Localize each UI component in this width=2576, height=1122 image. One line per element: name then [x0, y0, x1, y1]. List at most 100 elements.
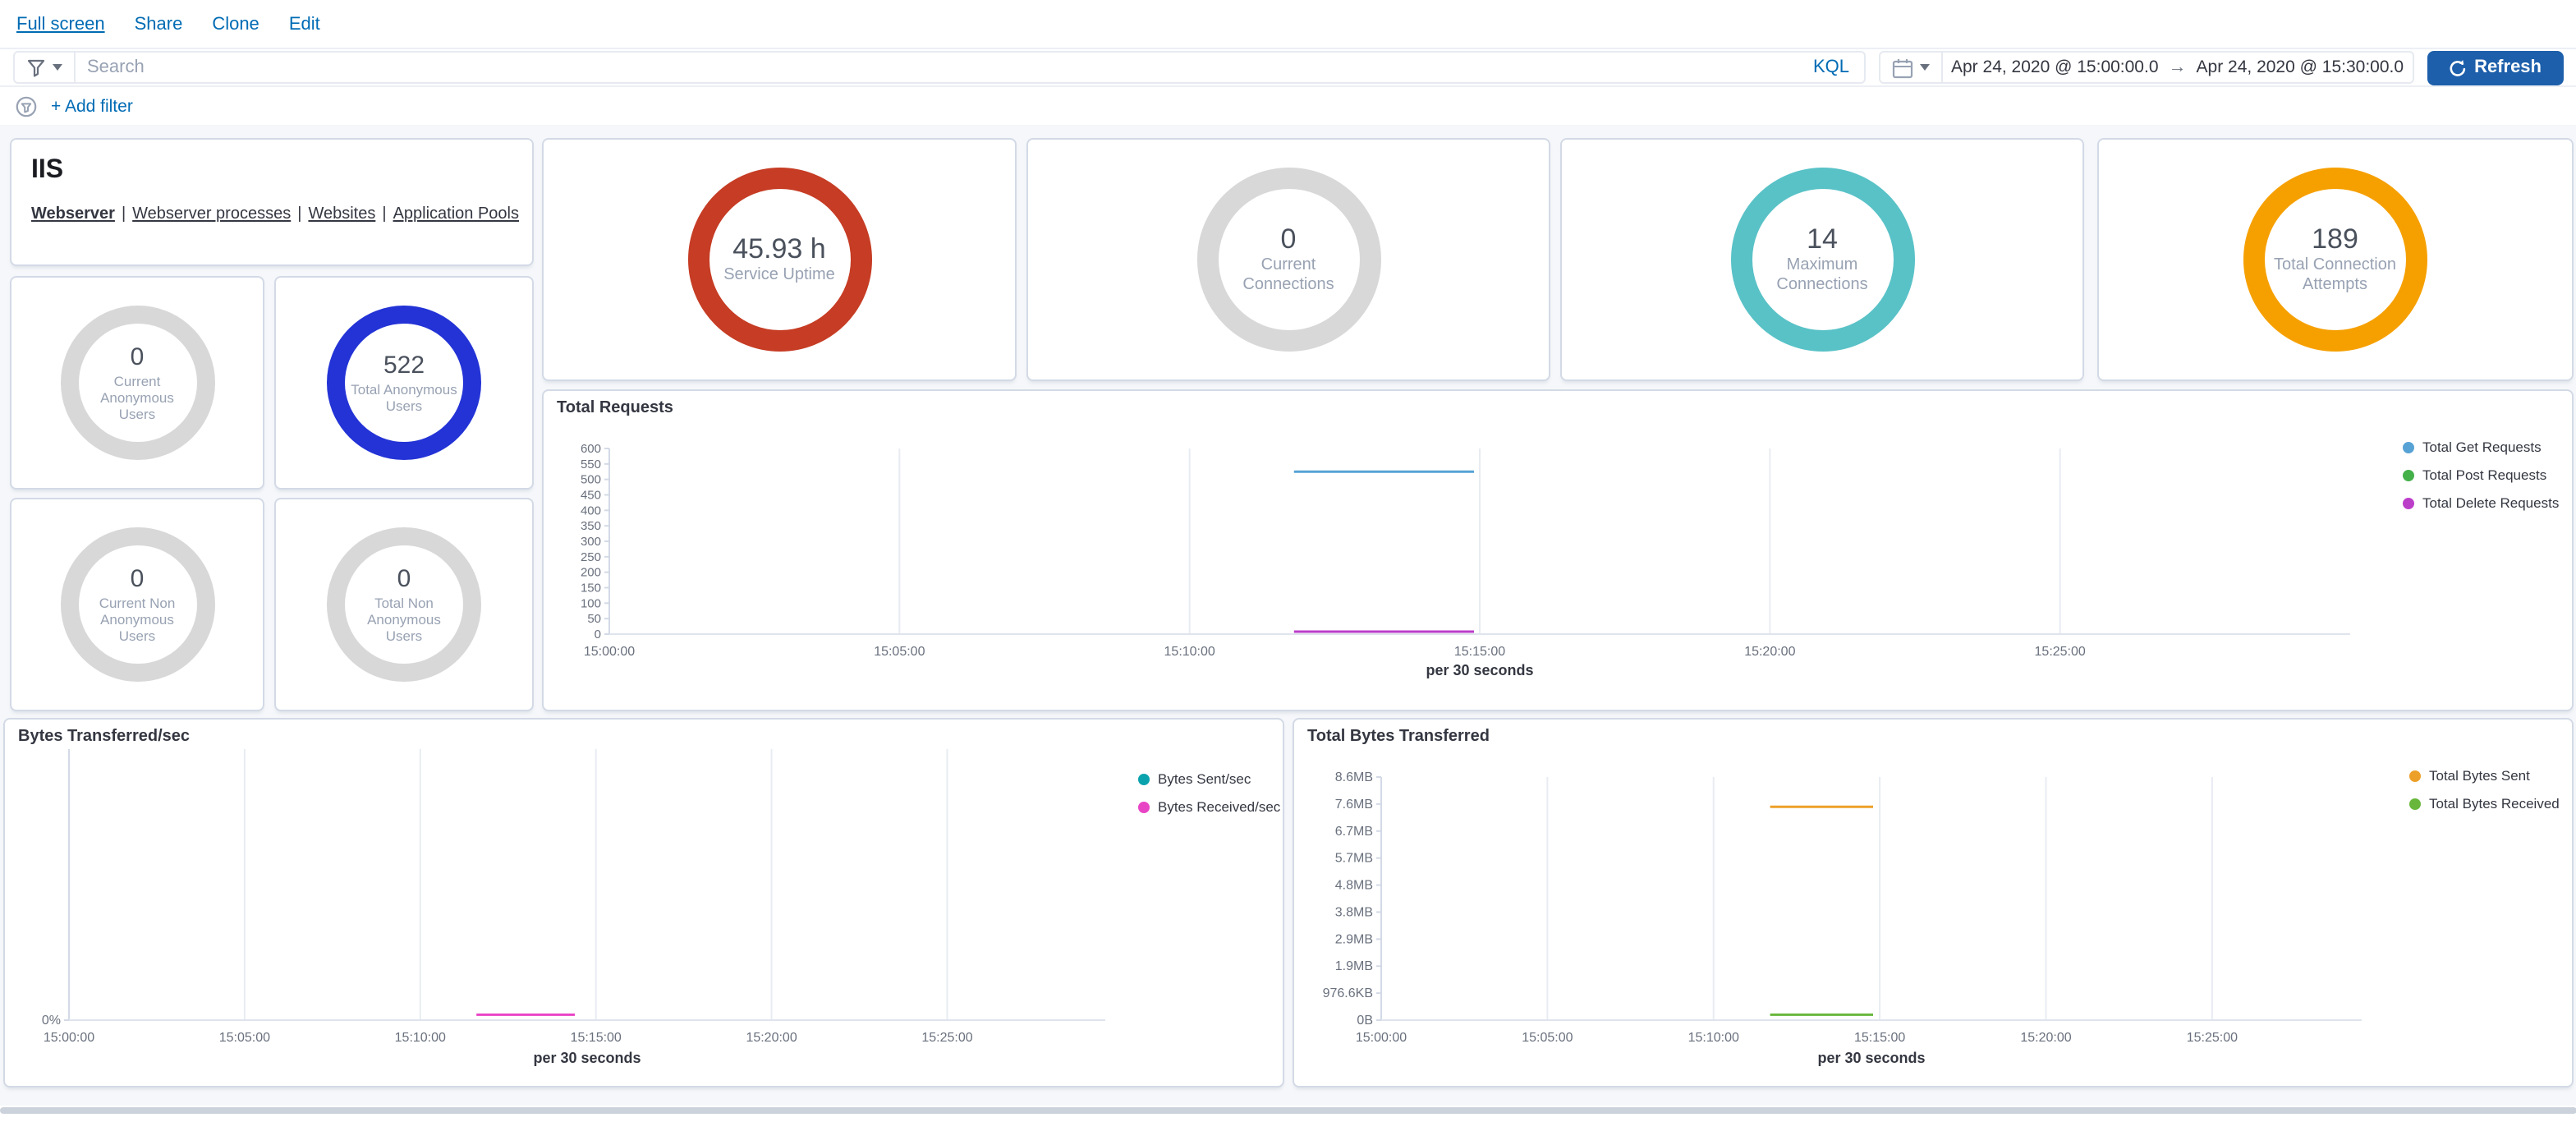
gauge-text: 0Current Anonymous Users — [83, 343, 191, 423]
gauge-ring: 189Total Connection Attempts — [2243, 168, 2427, 352]
search-group: KQL — [13, 51, 1866, 84]
filter-settings-icon[interactable] — [15, 94, 38, 117]
svg-text:15:15:00: 15:15:00 — [571, 1031, 622, 1045]
svg-text:15:10:00: 15:10:00 — [1688, 1031, 1739, 1045]
legend-dot-icon — [2409, 770, 2421, 781]
horizontal-scrollbar[interactable] — [0, 1107, 2576, 1114]
panel-title: Bytes Transferred/sec — [5, 720, 203, 754]
bytes-transferred-chart: 15:00:0015:05:0015:10:0015:15:0015:20:00… — [5, 720, 1283, 1086]
panel-iis: IIS Webserver | Webserver processes | Websit… — [10, 138, 534, 266]
saved-query-menu-button[interactable] — [15, 53, 76, 82]
svg-text:3.8MB: 3.8MB — [1335, 905, 1373, 919]
menu-item-clone[interactable]: Clone — [212, 14, 259, 34]
panel-gauge-current-anonymous-users: 0Current Anonymous Users — [10, 276, 264, 490]
svg-text:200: 200 — [581, 566, 601, 580]
gauge-value: 45.93 h — [710, 233, 848, 265]
svg-text:0: 0 — [595, 628, 601, 641]
panel-title: Total Bytes Transferred — [1294, 720, 1503, 754]
legend-dot-icon — [2403, 469, 2414, 481]
svg-text:15:05:00: 15:05:00 — [219, 1031, 270, 1045]
gauge-value: 14 — [1753, 223, 1891, 255]
legend-item-total-bytes-sent[interactable]: Total Bytes Sent — [2409, 767, 2560, 784]
gauge-ring: 0Total Non Anonymous Users — [327, 527, 481, 682]
panel-gauge-total-non-anonymous-users: 0Total Non Anonymous Users — [274, 498, 534, 711]
svg-text:2.9MB: 2.9MB — [1335, 932, 1373, 946]
chart-legend: Bytes Sent/sec Bytes Received/sec — [1138, 770, 1280, 815]
iis-links: Webserver|Webserver processes|Websites|A… — [31, 205, 512, 223]
gauge-value: 0 — [83, 565, 191, 594]
panel-gauge-total-anonymous-users: 522Total Anonymous Users — [274, 276, 534, 490]
svg-text:15:10:00: 15:10:00 — [395, 1031, 446, 1045]
calendar-button[interactable] — [1880, 53, 1943, 82]
legend-dot-icon — [2409, 798, 2421, 809]
gauge-ring: 522Total Anonymous Users — [327, 306, 481, 460]
gauge-text: 0Total Non Anonymous Users — [350, 565, 458, 645]
legend-item-total-bytes-received[interactable]: Total Bytes Received — [2409, 795, 2560, 812]
link-separator: | — [122, 205, 126, 223]
gauge-value: 0 — [83, 343, 191, 372]
svg-text:976.6KB: 976.6KB — [1323, 986, 1373, 1000]
legend-item-bytes-sent-sec[interactable]: Bytes Sent/sec — [1138, 770, 1280, 787]
menu-item-edit[interactable]: Edit — [289, 14, 320, 34]
date-to-button[interactable]: Apr 24, 2020 @ 15:30:00.0 — [2188, 57, 2413, 77]
svg-text:15:00:00: 15:00:00 — [584, 645, 635, 659]
refresh-button[interactable]: Refresh — [2427, 50, 2563, 85]
gauge-label: Total Anonymous Users — [350, 381, 458, 414]
iis-link-application-pools[interactable]: Application Pools — [393, 205, 519, 223]
kql-button[interactable]: KQL — [1798, 57, 1864, 77]
svg-text:450: 450 — [581, 489, 601, 503]
legend-dot-icon — [2403, 441, 2414, 453]
legend-item-bytes-received-sec[interactable]: Bytes Received/sec — [1138, 798, 1280, 815]
legend-dot-icon — [1138, 773, 1150, 784]
chevron-down-icon — [1920, 64, 1930, 71]
svg-text:300: 300 — [581, 535, 601, 549]
svg-text:15:25:00: 15:25:00 — [2035, 645, 2086, 659]
svg-text:15:20:00: 15:20:00 — [1744, 645, 1795, 659]
gauge-value: 522 — [350, 352, 458, 380]
filter-icon — [26, 57, 46, 77]
gauge-value: 0 — [350, 565, 458, 594]
legend-item-total-get-requests[interactable]: Total Get Requests — [2403, 439, 2559, 455]
filter-bar: + Add filter — [0, 87, 2576, 125]
gauge-ring: 0Current Connections — [1196, 168, 1380, 352]
gauge-label: Total Connection Attempts — [2266, 257, 2404, 296]
svg-text:15:20:00: 15:20:00 — [746, 1031, 797, 1045]
svg-text:15:25:00: 15:25:00 — [921, 1031, 972, 1045]
legend-label: Bytes Received/sec — [1158, 798, 1280, 815]
legend-item-total-post-requests[interactable]: Total Post Requests — [2403, 467, 2559, 483]
gauge-label: Total Non Anonymous Users — [350, 595, 458, 644]
gauge-label: Current Anonymous Users — [83, 373, 191, 422]
legend-label: Total Bytes Received — [2429, 795, 2560, 812]
date-picker: Apr 24, 2020 @ 15:00:00.0 → Apr 24, 2020… — [1879, 51, 2413, 84]
iis-title: IIS — [31, 156, 512, 186]
gauge-text: 0Current Non Anonymous Users — [83, 565, 191, 645]
chevron-down-icon — [53, 64, 62, 71]
date-from-button[interactable]: Apr 24, 2020 @ 15:00:00.0 — [1943, 57, 2167, 77]
iis-link-websites[interactable]: Websites — [308, 205, 375, 223]
date-range-arrow: → — [2167, 57, 2188, 77]
link-separator: | — [297, 205, 301, 223]
svg-text:per 30 seconds: per 30 seconds — [533, 1050, 641, 1066]
legend-item-total-delete-requests[interactable]: Total Delete Requests — [2403, 494, 2559, 511]
legend-label: Total Get Requests — [2422, 439, 2542, 455]
refresh-icon — [2448, 58, 2466, 76]
add-filter-button[interactable]: + Add filter — [51, 96, 133, 116]
gauge-label: Maximum Connections — [1753, 257, 1891, 296]
chart-legend: Total Bytes Sent Total Bytes Received — [2409, 767, 2560, 812]
iis-link-webserver[interactable]: Webserver — [31, 205, 115, 223]
menu-item-full-screen[interactable]: Full screen — [16, 14, 105, 34]
gauge-ring: 45.93 hService Uptime — [687, 168, 871, 352]
svg-text:550: 550 — [581, 458, 601, 471]
gauge-text: 522Total Anonymous Users — [350, 352, 458, 415]
iis-link-webserver-processes[interactable]: Webserver processes — [132, 205, 291, 223]
svg-text:7.6MB: 7.6MB — [1335, 798, 1373, 812]
menu-item-share[interactable]: Share — [135, 14, 183, 34]
gauge-label: Current Non Anonymous Users — [83, 595, 191, 644]
link-separator: | — [382, 205, 386, 223]
svg-text:15:25:00: 15:25:00 — [2187, 1031, 2238, 1045]
panel-gauge-total-connection-attempts: 189Total Connection Attempts — [2097, 138, 2573, 381]
svg-text:350: 350 — [581, 519, 601, 533]
search-input[interactable] — [76, 57, 1798, 77]
svg-text:15:15:00: 15:15:00 — [1854, 1031, 1905, 1045]
gauge-text: 14Maximum Connections — [1753, 223, 1891, 296]
